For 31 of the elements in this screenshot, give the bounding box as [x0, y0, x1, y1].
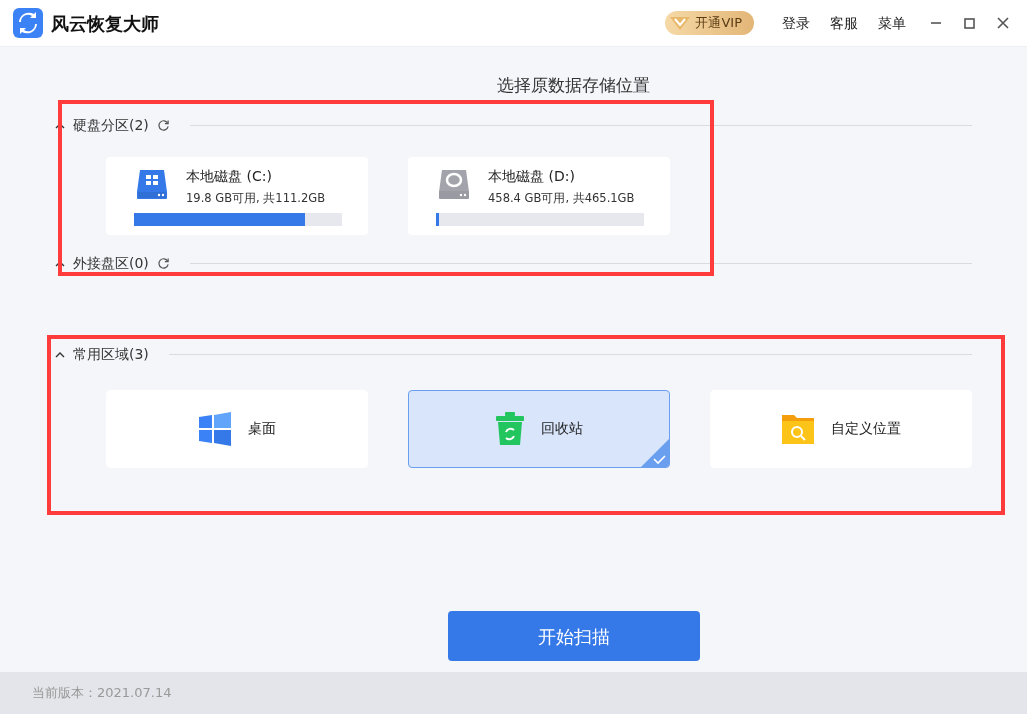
drive-name: 本地磁盘 (D:)	[488, 166, 576, 186]
page-heading: 选择原数据存储位置	[497, 74, 650, 97]
location-card[interactable]: 自定义位置	[710, 389, 972, 468]
refresh-icon[interactable]	[156, 257, 170, 270]
folder-search-icon	[781, 412, 815, 445]
vip-button[interactable]: 开通VIP	[665, 11, 754, 35]
window-title: 风云恢复大师	[51, 11, 159, 36]
section-title: 常用区域(3)	[73, 345, 149, 364]
drive-card[interactable]: 本地磁盘 (D:) 458.4 GB可用, 共465.1GB	[408, 156, 670, 235]
refresh-icon[interactable]	[156, 119, 170, 132]
drive-usage: 458.4 GB可用, 共465.1GB	[488, 189, 635, 207]
v-emblem-icon	[669, 15, 692, 31]
drive-card[interactable]: 本地磁盘 (C:) 19.8 GB可用, 共111.2GB	[106, 156, 368, 235]
selected-check-icon	[641, 438, 669, 467]
close-icon[interactable]	[997, 17, 1009, 29]
start-scan-button[interactable]: 开始扫描	[447, 611, 700, 661]
location-card[interactable]: 桌面	[106, 389, 368, 468]
section-title: 硬盘分区(2)	[73, 116, 149, 135]
drive-usage: 19.8 GB可用, 共111.2GB	[186, 189, 326, 207]
section-title: 外接盘区(0)	[73, 254, 149, 273]
version-text: 当前版本：2021.07.14	[32, 684, 172, 703]
drive-name: 本地磁盘 (C:)	[186, 166, 273, 186]
location-card[interactable]: 回收站	[408, 389, 670, 468]
trash-bin-icon	[495, 411, 525, 446]
maximize-icon[interactable]	[964, 17, 975, 29]
app-logo-icon	[13, 8, 43, 38]
header-link[interactable]: 登录	[782, 12, 810, 34]
collapse-caret-icon[interactable]	[55, 351, 65, 358]
header-link[interactable]: 菜单	[878, 12, 906, 34]
header-link[interactable]: 客服	[830, 12, 858, 34]
windows-logo-icon	[198, 411, 232, 446]
